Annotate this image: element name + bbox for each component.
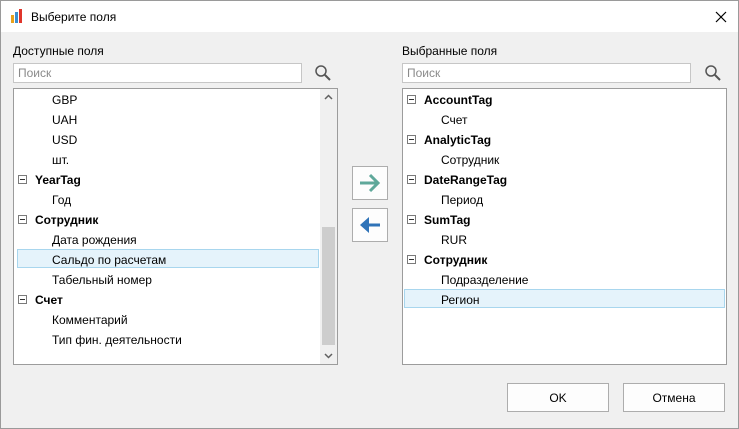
tree-group-node[interactable]: Сотрудник <box>407 250 487 270</box>
remove-field-button[interactable] <box>352 208 388 242</box>
collapse-icon[interactable] <box>407 175 416 185</box>
arrow-left-icon <box>360 217 380 233</box>
tree-item-label: Год <box>52 193 72 207</box>
tree-item-label: Сотрудник <box>35 213 99 227</box>
available-scrollbar[interactable] <box>320 89 337 364</box>
tree-field-item[interactable]: Год <box>52 190 71 210</box>
tree-group-node[interactable]: YearTag <box>18 170 81 190</box>
tree-item-label: AnalyticTag <box>424 133 492 147</box>
chevron-down-icon <box>324 353 333 359</box>
collapse-icon[interactable] <box>407 255 416 265</box>
tree-item-label: AccountTag <box>424 93 493 107</box>
tree-field-item[interactable]: UAH <box>52 110 77 130</box>
tree-item-label: Сотрудник <box>441 153 500 167</box>
available-fields-label: Доступные поля <box>13 44 104 58</box>
tree-item-label: Сотрудник <box>424 253 488 267</box>
tree-field-item[interactable]: Сотрудник <box>441 150 499 170</box>
tree-item-label: Тип фин. деятельности <box>52 333 182 347</box>
tree-item-label: DateRangeTag <box>424 173 508 187</box>
tree-group-node[interactable]: DateRangeTag <box>407 170 507 190</box>
tree-item-label: YearTag <box>35 173 81 187</box>
tree-item-label: Подразделение <box>441 273 529 287</box>
scroll-down-button[interactable] <box>320 348 337 364</box>
selected-fields-list[interactable]: AccountTag Счет AnalyticTag Сотрудник DateRa… <box>402 88 727 365</box>
tree-field-item[interactable]: шт. <box>52 150 69 170</box>
collapse-icon[interactable] <box>18 295 27 305</box>
collapse-icon[interactable] <box>407 215 416 225</box>
tree-field-item[interactable]: Подразделение <box>441 270 528 290</box>
tree-item-label: SumTag <box>424 213 471 227</box>
available-search-field[interactable] <box>13 63 302 83</box>
selected-fields-label: Выбранные поля <box>402 44 498 58</box>
title-bar: Выберите поля <box>1 1 738 32</box>
app-icon <box>11 9 22 23</box>
window-title: Выберите поля <box>31 10 117 24</box>
collapse-icon[interactable] <box>407 135 416 145</box>
tree-item-label: USD <box>52 133 78 147</box>
tree-field-item[interactable]: Комментарий <box>52 310 128 330</box>
available-search-input[interactable] <box>14 64 301 82</box>
scroll-thumb[interactable] <box>322 227 335 345</box>
search-icon[interactable] <box>314 64 332 82</box>
tree-item-label: RUR <box>441 233 467 247</box>
tree-item-label: UAH <box>52 113 78 127</box>
tree-field-item[interactable]: Счет <box>441 110 468 130</box>
tree-item-label: Дата рождения <box>52 233 137 247</box>
tree-field-item[interactable]: Дата рождения <box>52 230 137 250</box>
tree-field-item[interactable]: Тип фин. деятельности <box>52 330 182 350</box>
dialog-window: Выберите поля Доступные поля GBP UAH USD шт… <box>0 0 739 429</box>
tree-item-label: Комментарий <box>52 313 128 327</box>
scroll-up-button[interactable] <box>320 89 337 105</box>
tree-field-item[interactable]: Табельный номер <box>52 270 152 290</box>
tree-group-node[interactable]: AnalyticTag <box>407 130 491 150</box>
add-field-button[interactable] <box>352 166 388 200</box>
tree-group-node[interactable]: SumTag <box>407 210 470 230</box>
search-icon[interactable] <box>704 64 722 82</box>
tree-group-node[interactable]: Счет <box>18 290 63 310</box>
selected-search-field[interactable] <box>402 63 691 83</box>
tree-field-item[interactable]: Сальдо по расчетам <box>52 250 166 270</box>
tree-item-label: Период <box>441 193 484 207</box>
tree-field-item[interactable]: RUR <box>441 230 467 250</box>
selected-search-input[interactable] <box>403 64 690 82</box>
tree-item-label: Счет <box>35 293 63 307</box>
available-fields-list[interactable]: GBP UAH USD шт. YearTag Год Сотрудник Дата рожд… <box>13 88 338 365</box>
tree-field-item[interactable]: Регион <box>441 290 480 310</box>
close-icon <box>715 11 727 22</box>
collapse-icon[interactable] <box>18 215 27 225</box>
tree-item-label: Счет <box>441 113 468 127</box>
tree-field-item[interactable]: GBP <box>52 90 77 110</box>
cancel-button[interactable]: Отмена <box>623 383 725 412</box>
close-button[interactable] <box>704 1 738 32</box>
tree-item-label: Сальдо по расчетам <box>52 253 167 267</box>
collapse-icon[interactable] <box>18 175 27 185</box>
tree-item-label: шт. <box>52 153 70 167</box>
tree-field-item[interactable]: Период <box>441 190 483 210</box>
collapse-icon[interactable] <box>407 95 416 105</box>
tree-item-label: Регион <box>441 293 480 307</box>
chevron-up-icon <box>324 94 333 100</box>
ok-button[interactable]: OK <box>507 383 609 412</box>
tree-item-label: GBP <box>52 93 78 107</box>
tree-group-node[interactable]: AccountTag <box>407 90 492 110</box>
arrow-right-icon <box>360 173 381 193</box>
tree-item-label: Табельный номер <box>52 273 152 287</box>
tree-field-item[interactable]: USD <box>52 130 77 150</box>
tree-group-node[interactable]: Сотрудник <box>18 210 98 230</box>
